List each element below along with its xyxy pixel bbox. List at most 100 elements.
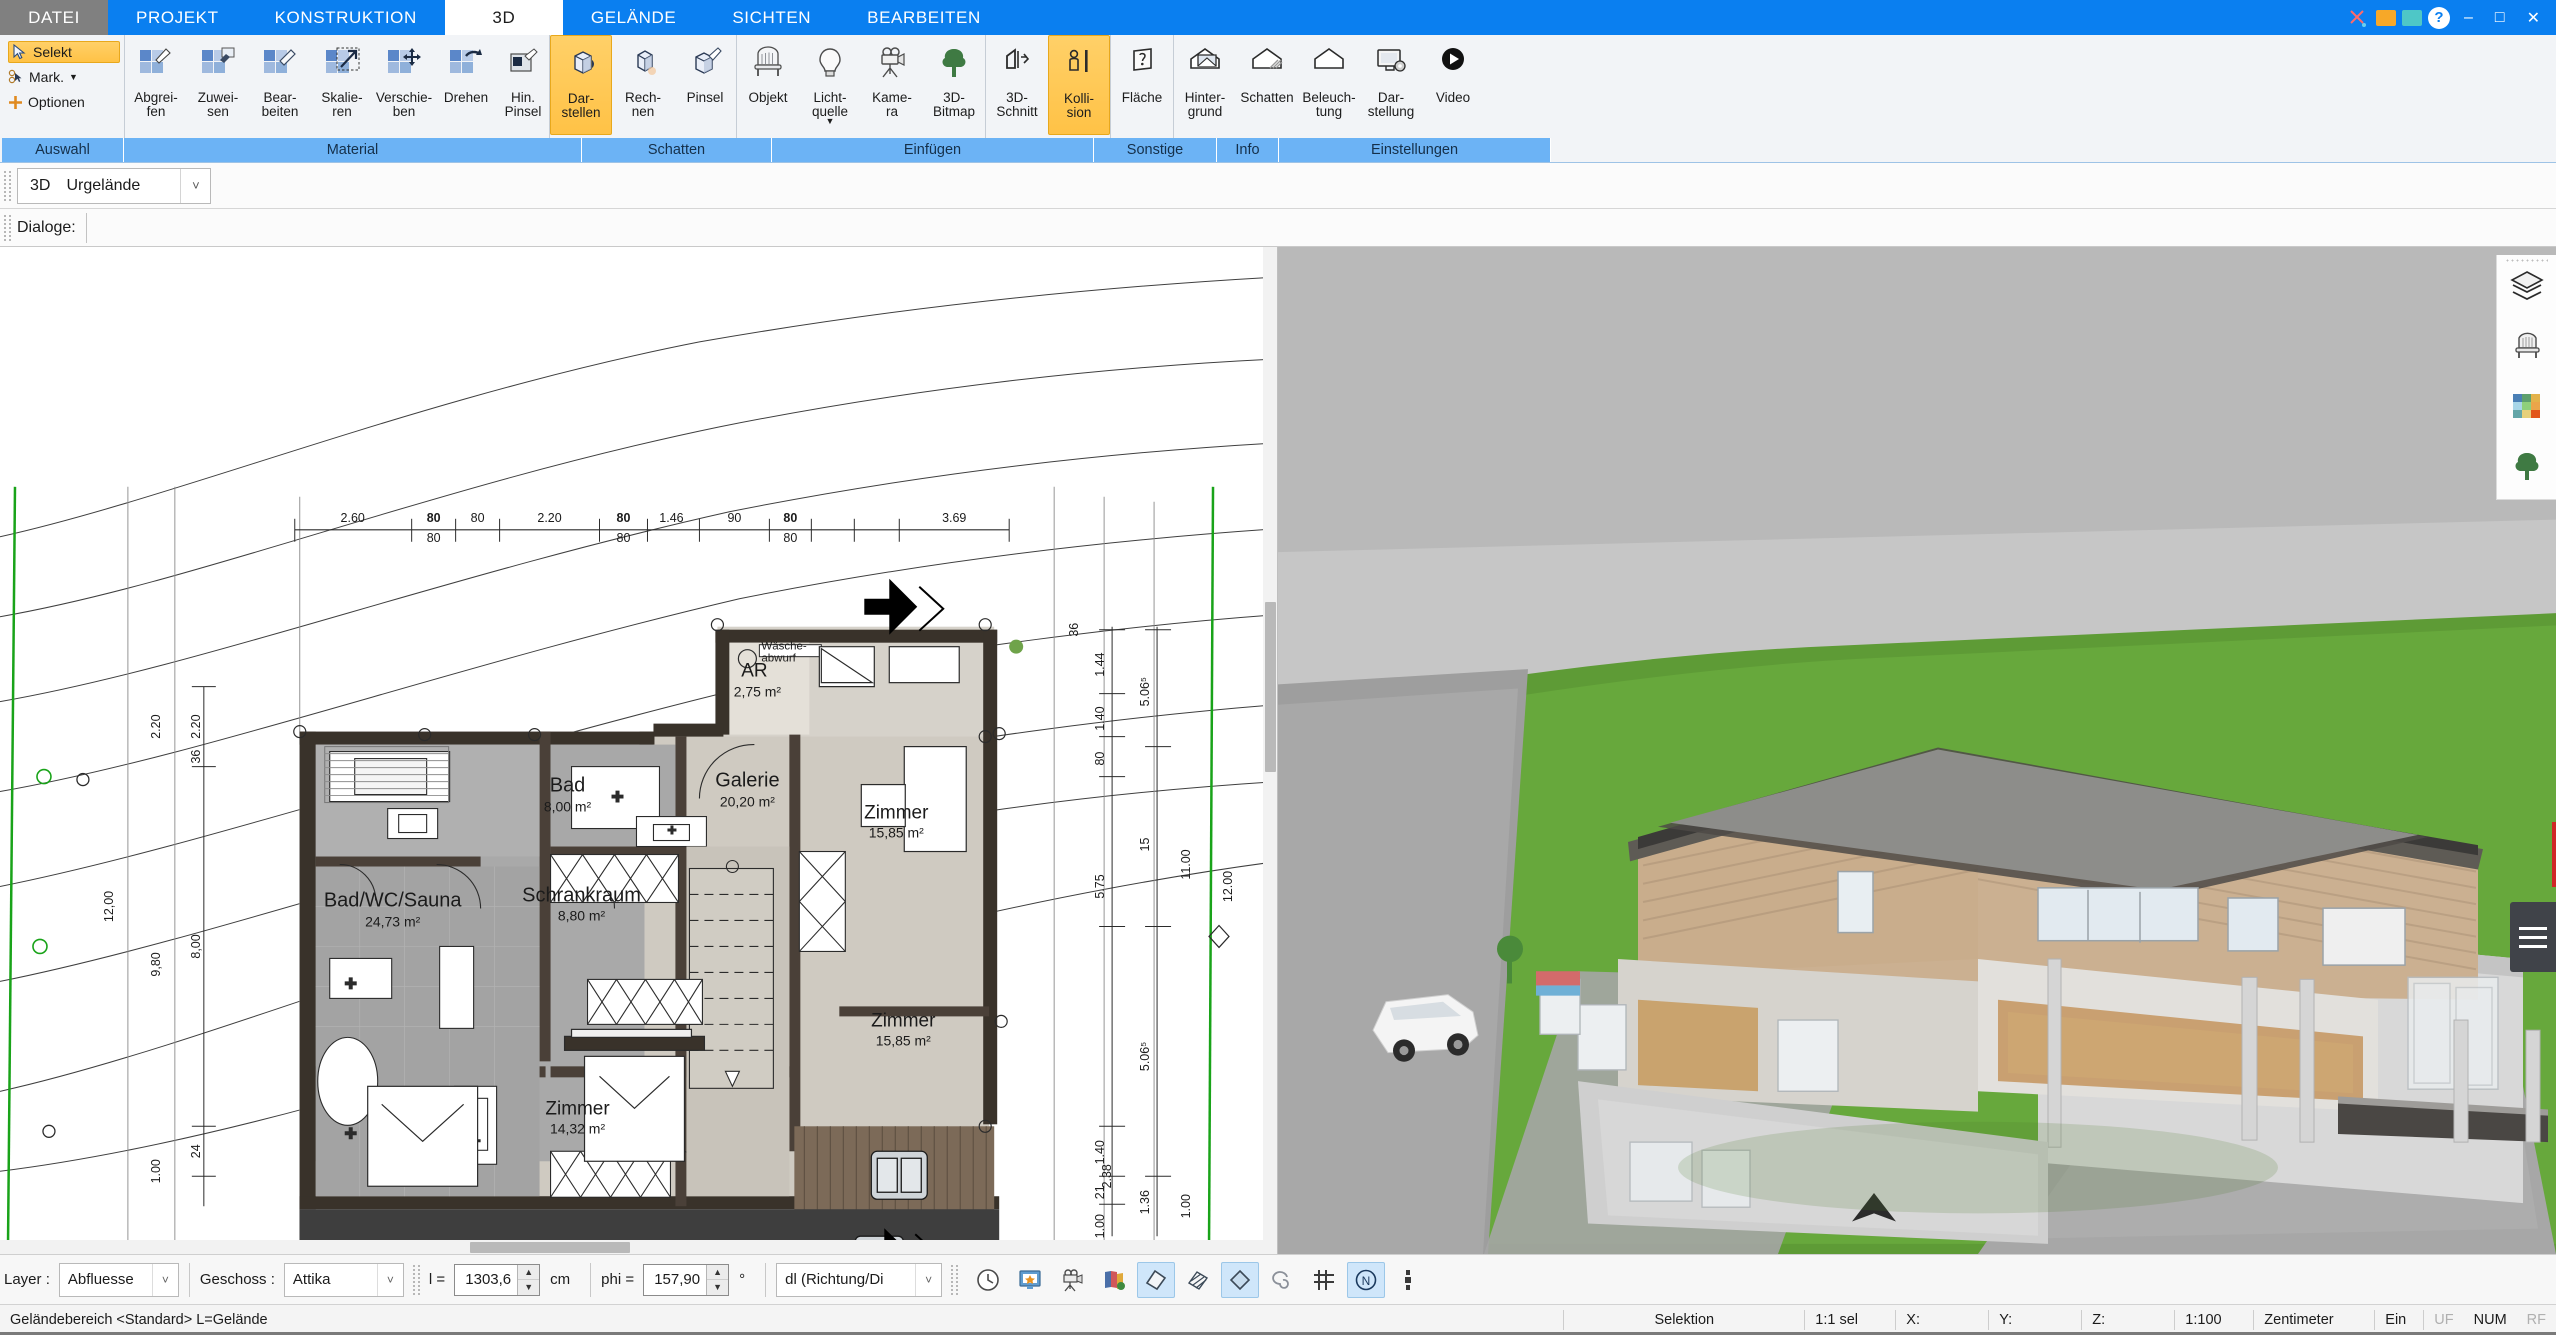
menu-tab-projekt[interactable]: PROJEKT xyxy=(108,0,247,35)
ribbon-button-zuweisen[interactable]: Zuwei- sen xyxy=(187,35,249,135)
ribbon-button-lichtquelle[interactable]: Licht- quelle ▼ xyxy=(799,35,861,135)
books-icon[interactable] xyxy=(1095,1262,1133,1298)
ribbon-button-skalieren[interactable]: Skalie- ren xyxy=(311,35,373,135)
ribbon-button-kollision[interactable]: Kolli- sion xyxy=(1048,35,1110,135)
camera-icon[interactable] xyxy=(1053,1262,1091,1298)
ribbon-button-bearbeiten[interactable]: Bear- beiten xyxy=(249,35,311,135)
plants-icon[interactable] xyxy=(2507,447,2547,485)
ribbon-button-pinsel[interactable]: Pinsel xyxy=(674,35,736,135)
cube-render-icon xyxy=(563,44,599,88)
plan-vertical-thumb[interactable] xyxy=(1265,602,1276,772)
panel-handle-icon[interactable] xyxy=(2510,902,2556,972)
furniture-icon[interactable] xyxy=(2507,327,2547,365)
menu-tab-datei[interactable]: DATEI xyxy=(0,0,108,35)
dialoge-grip[interactable] xyxy=(4,214,11,241)
ribbon-button-3dschnitt[interactable]: 3D- Schnitt xyxy=(986,35,1048,135)
plane-icon[interactable] xyxy=(1137,1261,1176,1298)
options-button[interactable]: Optionen xyxy=(8,91,120,113)
chevron-down-icon[interactable]: ˅ xyxy=(376,1263,403,1296)
select-button[interactable]: Selekt xyxy=(8,41,120,63)
layers-icon[interactable] xyxy=(2507,267,2547,305)
ribbon-button-darstellung[interactable]: Dar- stellung xyxy=(1360,35,1422,135)
help-icon[interactable]: ? xyxy=(2428,6,2451,29)
ribbon-button-rechnen[interactable]: Rech- nen xyxy=(612,35,674,135)
phi-stepper[interactable]: 157,90 ▲ ▼ xyxy=(643,1263,730,1296)
ribbon-button-video[interactable]: Video xyxy=(1422,35,1484,135)
svg-text:5.06⁵: 5.06⁵ xyxy=(1138,1042,1152,1071)
restore-orange-icon[interactable] xyxy=(2376,9,2397,26)
chevron-down-icon[interactable]: ˅ xyxy=(180,168,210,203)
ribbon-button-drehen[interactable]: Drehen xyxy=(435,35,497,135)
annotation: abwurf xyxy=(761,653,796,665)
menu-tab-sichten[interactable]: SICHTEN xyxy=(704,0,839,35)
ribbon-button-3dbitmap[interactable]: 3D- Bitmap xyxy=(923,35,985,135)
maximize-button[interactable]: □ xyxy=(2487,9,2513,27)
chevron-down-icon[interactable]: ▼ xyxy=(826,116,835,126)
screen-star-icon[interactable] xyxy=(1011,1262,1049,1298)
svg-text:1.40: 1.40 xyxy=(1093,1140,1107,1164)
geschoss-combo[interactable]: Attika ˅ xyxy=(283,1262,404,1297)
menu-tab-bearbeiten[interactable]: BEARBEITEN xyxy=(839,0,1009,35)
ribbon-button-flaeche[interactable]: Fläche xyxy=(1111,35,1173,135)
spiral-icon[interactable] xyxy=(1263,1262,1301,1298)
ribbon-button-verschieben[interactable]: Verschie- ben xyxy=(373,35,435,135)
clock-icon[interactable] xyxy=(969,1262,1007,1298)
layer-combo[interactable]: Abfluesse ˅ xyxy=(58,1262,179,1297)
ribbon-button-kamera[interactable]: Kame- ra xyxy=(861,35,923,135)
svg-text:12,00: 12,00 xyxy=(102,891,116,922)
toolbar-grip[interactable] xyxy=(412,1264,420,1295)
toolbar-grip[interactable] xyxy=(951,1264,959,1295)
svg-text:5.75: 5.75 xyxy=(1093,874,1107,898)
view3d-pane[interactable] xyxy=(1278,247,2556,1254)
ribbon-button-darstellen[interactable]: Dar- stellen xyxy=(550,35,612,135)
group-title-einfuegen: Einfügen xyxy=(772,138,1094,162)
stepper-down-icon[interactable]: ▼ xyxy=(518,1279,540,1295)
close-button[interactable]: ✕ xyxy=(2519,8,2548,28)
divider xyxy=(590,1262,592,1297)
ribbon-button-beleuchtung[interactable]: Beleuch- tung xyxy=(1298,35,1360,135)
floorplan-pane[interactable]: 2.60 80 80 2.20 80 1.46 90 80 3.69 80 80… xyxy=(0,247,1278,1254)
ribbon-button-schatten[interactable]: Schatten xyxy=(1236,35,1298,135)
phi-value[interactable]: 157,90 xyxy=(644,1265,706,1295)
north-icon[interactable]: N xyxy=(1347,1261,1386,1298)
group-title-sonstige: Sonstige xyxy=(1094,138,1217,162)
menu-tab-3d[interactable]: 3D xyxy=(444,0,563,35)
scissors-icon[interactable] xyxy=(2346,7,2370,29)
mark-button[interactable]: Mark. ▼ xyxy=(8,66,120,88)
status-rf: RF xyxy=(2526,1312,2546,1328)
stepper-down-icon[interactable]: ▼ xyxy=(707,1279,729,1295)
annotation: Wäsche- xyxy=(761,641,806,653)
rail-grip[interactable] xyxy=(2505,258,2548,262)
menu-tab-konstruktion[interactable]: KONSTRUKTION xyxy=(247,0,445,35)
stepper-up-icon[interactable]: ▲ xyxy=(518,1265,539,1280)
restore-teal-icon[interactable] xyxy=(2402,9,2423,26)
length-value[interactable]: 1303,6 xyxy=(455,1265,517,1295)
hatch-icon[interactable] xyxy=(1179,1262,1217,1298)
minimize-button[interactable]: – xyxy=(2456,9,2481,27)
ribbon-button-hintergrund[interactable]: Hinter- grund xyxy=(1174,35,1236,135)
toolbar-grip[interactable] xyxy=(4,170,11,201)
plan-vertical-scrollbar[interactable] xyxy=(1263,247,1277,1254)
svg-text:12.00: 12.00 xyxy=(1221,871,1235,902)
ribbon-button-hin-pinsel[interactable]: Hin. Pinsel xyxy=(497,35,549,135)
magnet-icon[interactable] xyxy=(1389,1262,1427,1298)
ribbon-button-abgreifen[interactable]: Abgrei- fen xyxy=(125,35,187,135)
length-stepper[interactable]: 1303,6 ▲ ▼ xyxy=(454,1263,541,1296)
diamond-icon[interactable] xyxy=(1221,1261,1260,1298)
chevron-down-icon[interactable]: ▼ xyxy=(69,72,78,82)
stepper-arrows[interactable]: ▲ ▼ xyxy=(706,1264,729,1295)
plan-horizontal-thumb[interactable] xyxy=(470,1242,630,1253)
divider xyxy=(765,1262,767,1297)
plan-horizontal-scrollbar[interactable] xyxy=(0,1240,1277,1254)
ribbon-button-objekt[interactable]: Objekt xyxy=(737,35,799,135)
stepper-up-icon[interactable]: ▲ xyxy=(707,1265,728,1280)
chevron-down-icon[interactable]: ˅ xyxy=(151,1263,178,1296)
menu-tab-gelaende[interactable]: GELÄNDE xyxy=(563,0,704,35)
grid-icon[interactable] xyxy=(1305,1262,1343,1298)
svg-text:2.20: 2.20 xyxy=(189,714,203,738)
direction-combo[interactable]: dl (Richtung/Di ˅ xyxy=(776,1262,943,1297)
mode-combo[interactable]: 3D Urgelände ˅ xyxy=(17,167,212,204)
chevron-down-icon[interactable]: ˅ xyxy=(915,1263,941,1296)
stepper-arrows[interactable]: ▲ ▼ xyxy=(517,1264,540,1295)
colors-icon[interactable] xyxy=(2507,387,2547,425)
